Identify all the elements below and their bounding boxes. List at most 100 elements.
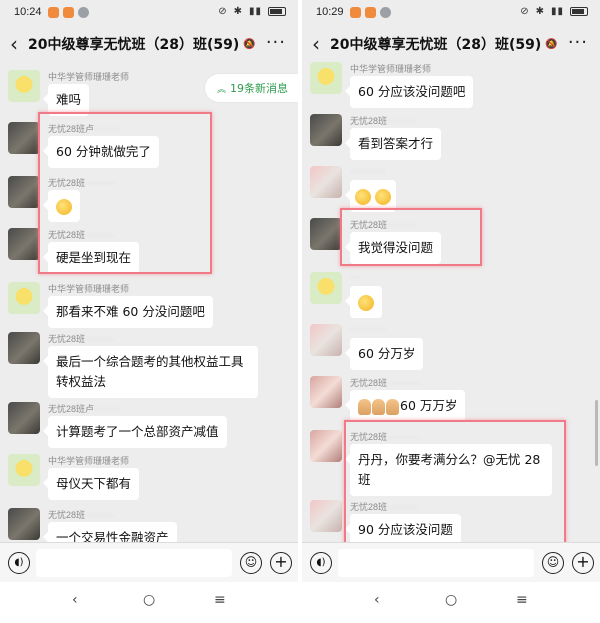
avatar[interactable] <box>310 430 342 462</box>
avatar[interactable] <box>310 114 342 146</box>
muscle-emoji-icon <box>372 398 385 415</box>
nav-menu-icon[interactable]: ≡ <box>516 592 528 608</box>
avatar[interactable] <box>8 282 40 314</box>
avatar[interactable] <box>8 508 40 540</box>
emoji-icon[interactable]: ☺ <box>542 552 564 574</box>
voice-icon[interactable]: ◖) <box>310 552 332 574</box>
sender-name-text: 无忧28班卢 <box>48 404 95 414</box>
signal-icon: ▮▮ <box>550 6 564 17</box>
avatar[interactable] <box>8 454 40 486</box>
mute-icon: 🔕 <box>243 38 256 50</box>
avatar[interactable] <box>310 218 342 250</box>
plus-icon[interactable]: + <box>572 552 594 574</box>
muscle-emoji-icon <box>386 398 399 415</box>
avatar[interactable] <box>8 402 40 434</box>
app-notification-icon <box>350 7 361 18</box>
blurred-name: ·········· <box>387 116 417 126</box>
message-bubble[interactable]: 看到答案才行 <box>344 128 442 160</box>
message-bubble[interactable]: 60 分万岁 <box>344 338 424 370</box>
chat-header: ‹ 20中级尊享无忧班（28）班(59) 🔕 ··· <box>0 26 298 62</box>
message-input[interactable] <box>36 549 232 577</box>
message-bubble[interactable]: 60 万万岁 <box>344 390 466 422</box>
bluetooth-icon: ✱ <box>233 6 243 17</box>
sender-name: 中华学管师珊珊老师 <box>48 456 130 466</box>
chat-title: 20中级尊享无忧班（28）班(59) <box>28 37 240 53</box>
system-icons: ⊘ ✱ ▮▮ <box>520 6 588 17</box>
plus-icon[interactable]: + <box>270 552 292 574</box>
system-icons: ⊘ ✱ ▮▮ <box>218 6 286 17</box>
avatar[interactable] <box>8 332 40 364</box>
nav-menu-icon[interactable]: ≡ <box>214 592 226 608</box>
avatar[interactable] <box>310 500 342 532</box>
input-bar: ◖) ☺ + <box>0 542 298 582</box>
blurred-name: ············ <box>350 324 386 334</box>
avatar[interactable] <box>310 62 342 94</box>
avatar[interactable] <box>8 228 40 260</box>
sender-name: ············ <box>350 324 386 334</box>
more-dots-icon[interactable]: ··· <box>568 32 588 53</box>
app-notification-icon <box>365 7 376 18</box>
nav-home-icon[interactable]: ○ <box>143 592 155 608</box>
chevron-left-icon[interactable]: ‹ <box>0 32 28 56</box>
sender-name: 无忧28班·········· <box>48 508 115 521</box>
voice-icon[interactable]: ◖) <box>8 552 30 574</box>
highlight-box <box>344 420 566 542</box>
emoji-icon[interactable]: ☺ <box>240 552 262 574</box>
sender-name: 无忧28班卢········· <box>48 402 121 415</box>
blurred-name: ·········· <box>85 334 115 344</box>
message-list[interactable]: 中华学管师珊珊老师 60 分应该没问题吧 无忧28班·········· 看到答… <box>302 62 600 542</box>
sender-name: ··· <box>350 272 359 282</box>
sender-name: 无忧28班··········· <box>350 376 420 389</box>
signal-icon: ▮▮ <box>248 6 262 17</box>
alarm-icon: ⊘ <box>520 6 530 17</box>
nav-back-icon[interactable]: ‹ <box>374 592 380 608</box>
system-nav-bar: ‹ ○ ≡ <box>302 582 600 623</box>
thinking-emoji-icon <box>374 188 391 205</box>
scrollbar[interactable] <box>595 400 598 466</box>
new-messages-button[interactable]: ︽ 19条新消息 <box>204 74 298 102</box>
new-messages-count: 19条新消息 <box>230 82 288 95</box>
blurred-name: ··········· <box>387 378 420 388</box>
avatar[interactable] <box>310 166 342 198</box>
blurred-name: ··· <box>350 272 359 282</box>
chevron-left-icon[interactable]: ‹ <box>302 32 330 56</box>
nav-back-icon[interactable]: ‹ <box>72 592 78 608</box>
system-nav-bar: ‹ ○ ≡ <box>0 582 298 623</box>
message-bubble[interactable]: 母仪天下都有 <box>42 468 140 500</box>
muscle-emoji-icon <box>358 398 371 415</box>
avatar[interactable] <box>310 272 342 304</box>
sender-name: ············ <box>350 166 386 176</box>
avatar[interactable] <box>8 176 40 208</box>
sender-name-text: 无忧28班 <box>350 116 388 126</box>
message-bubble[interactable] <box>345 286 382 318</box>
thinking-emoji-icon <box>355 188 371 205</box>
sender-name-text: 无忧28班 <box>350 378 388 388</box>
battery-icon <box>570 7 588 16</box>
message-bubble[interactable]: 60 分应该没问题吧 <box>344 76 474 108</box>
avatar[interactable] <box>310 324 342 356</box>
sender-name: 中华学管师珊珊老师 <box>48 72 130 82</box>
blurred-name: ·········· <box>85 510 115 520</box>
sender-name: 中华学管师珊珊老师 <box>48 284 130 294</box>
nav-home-icon[interactable]: ○ <box>445 592 457 608</box>
message-bubble[interactable]: 最后一个综合题考的其他权益工具转权益法 <box>43 346 258 398</box>
wifi-icon <box>78 7 89 18</box>
facepalm-emoji-icon <box>358 294 374 311</box>
avatar[interactable] <box>8 122 40 154</box>
avatar[interactable] <box>310 376 342 408</box>
sender-name: 无忧28班·········· <box>48 332 115 345</box>
message-bubble[interactable]: 计算题考了一个总部资产减值 <box>43 416 227 448</box>
sender-name: 中华学管师珊珊老师 <box>350 64 432 74</box>
message-bubble[interactable]: 那看来不难 60 分没问题吧 <box>43 296 213 328</box>
battery-icon <box>268 7 286 16</box>
wifi-icon <box>380 7 391 18</box>
alarm-icon: ⊘ <box>218 6 228 17</box>
more-dots-icon[interactable]: ··· <box>266 32 286 53</box>
left-chat-screenshot: 10:24 ⊘ ✱ ▮▮ ‹ 20中级尊享无忧班（28）班(59) 🔕 ··· … <box>0 0 298 623</box>
message-bubble[interactable]: 一个交易性金融资产 <box>43 522 177 542</box>
highlight-box <box>38 112 212 274</box>
message-input[interactable] <box>338 549 534 577</box>
avatar[interactable] <box>8 70 40 102</box>
message-list[interactable]: ︽ 19条新消息 中华学管师珊珊老师 难吗 无忧28班卢········· 60… <box>0 62 298 542</box>
app-notification-icon <box>48 7 59 18</box>
